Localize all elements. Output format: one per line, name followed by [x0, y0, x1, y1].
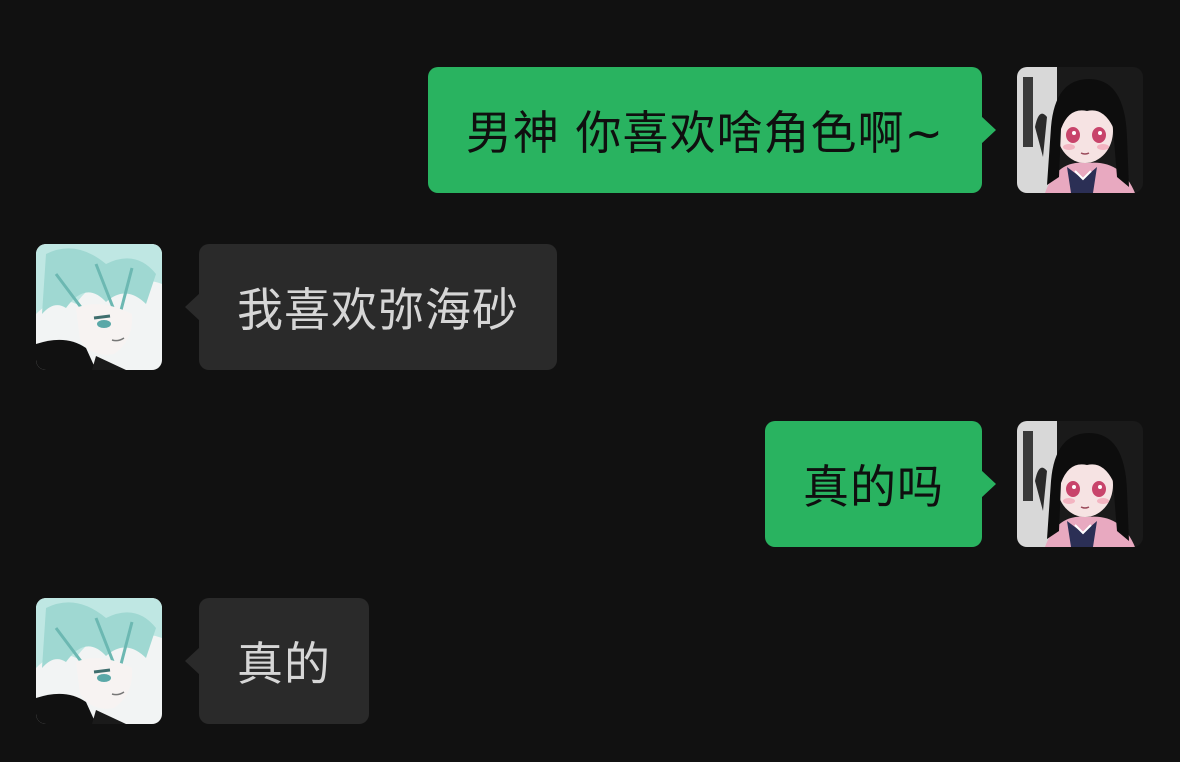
message-row-outgoing: 男神 你喜欢啥角色啊~ [0, 67, 1180, 193]
message-bubble-outgoing[interactable]: 男神 你喜欢啥角色啊~ [427, 67, 982, 193]
anime-boy-avatar-icon[interactable] [36, 598, 162, 724]
anime-boy-avatar-icon[interactable] [36, 244, 162, 370]
message-text: 真的 [237, 637, 331, 691]
bubble-tail [981, 116, 996, 144]
message-bubble-incoming[interactable]: 我喜欢弥海砂 [199, 244, 557, 370]
message-text: 男神 你喜欢啥角色啊~ [465, 106, 944, 160]
message-text: 我喜欢弥海砂 [237, 283, 519, 337]
bubble-tail [981, 470, 996, 498]
bubble-tail [185, 293, 200, 321]
message-text: 真的吗 [803, 460, 944, 514]
message-bubble-outgoing[interactable]: 真的吗 [765, 421, 982, 547]
message-bubble-incoming[interactable]: 真的 [199, 598, 369, 724]
message-row-outgoing: 真的吗 [0, 421, 1180, 547]
message-row-incoming: 真的 [0, 598, 1180, 724]
bubble-tail [185, 647, 200, 675]
message-row-incoming: 我喜欢弥海砂 [0, 244, 1180, 370]
anime-girl-avatar-icon[interactable] [1017, 421, 1143, 547]
anime-girl-avatar-icon[interactable] [1017, 67, 1143, 193]
chat-message-list[interactable]: 男神 你喜欢啥角色啊~ 我喜欢弥海砂 真的吗 真的 [0, 0, 1180, 762]
